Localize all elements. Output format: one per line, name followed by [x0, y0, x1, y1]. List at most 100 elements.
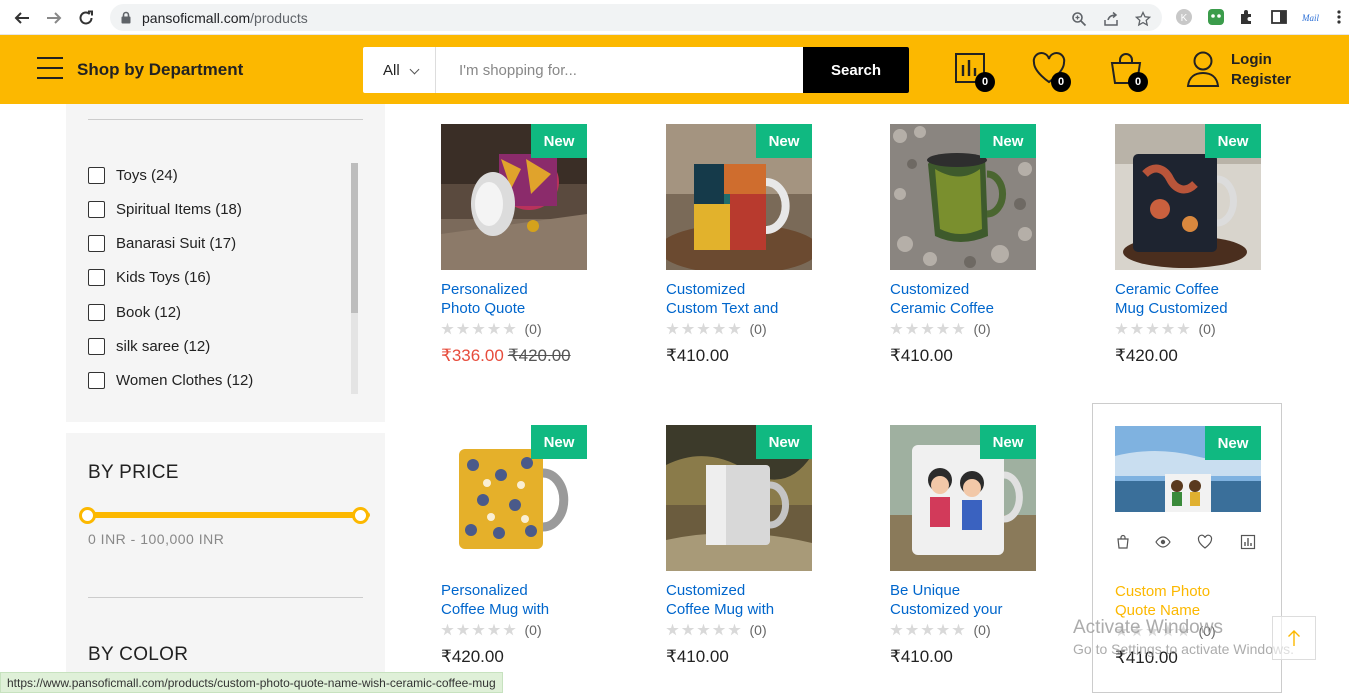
- product-title[interactable]: Personalized Photo Quote: [441, 281, 601, 318]
- star-icon: [936, 623, 950, 636]
- star-icon: [952, 623, 965, 636]
- product-rating: (0): [890, 622, 991, 638]
- new-badge: New: [756, 124, 812, 158]
- product-title[interactable]: Custom Photo Quote Name: [1115, 583, 1275, 620]
- checkbox[interactable]: [88, 200, 105, 218]
- category-filter-item[interactable]: Spiritual Items (18): [88, 199, 242, 219]
- star-icon: [890, 623, 903, 636]
- share-icon[interactable]: [1102, 10, 1120, 28]
- price-max-handle[interactable]: [352, 507, 369, 524]
- back-icon[interactable]: [11, 7, 33, 29]
- checkbox[interactable]: [88, 337, 105, 355]
- compare-icon[interactable]: 0: [953, 51, 995, 92]
- product-rating: (0): [441, 622, 542, 638]
- product-card[interactable]: New Customized Coffee Mug with (0) ₹410.0…: [666, 425, 856, 693]
- product-title[interactable]: Be Unique Customized your: [890, 582, 1050, 619]
- cart-bag-icon[interactable]: 0: [1108, 51, 1148, 92]
- star-icon: [697, 322, 710, 335]
- checkbox[interactable]: [88, 371, 105, 389]
- wishlist-heart-icon[interactable]: [1197, 534, 1213, 550]
- product-price: ₹410.00: [666, 346, 729, 365]
- category-filter-item[interactable]: Book (12): [88, 302, 181, 322]
- wishlist-heart-icon[interactable]: 0: [1031, 51, 1071, 92]
- bookmark-star-icon[interactable]: [1134, 10, 1152, 28]
- shop-by-department[interactable]: Shop by Department: [77, 60, 243, 80]
- product-title[interactable]: Customized Coffee Mug with: [666, 582, 826, 619]
- product-rating: (0): [666, 622, 767, 638]
- mail-extension-icon[interactable]: Mail: [1302, 8, 1324, 26]
- url-text: pansoficmall.com/products: [142, 10, 308, 26]
- search-input[interactable]: [437, 47, 803, 93]
- product-image[interactable]: New: [441, 124, 587, 270]
- product-card[interactable]: New Ceramic Coffee Mug Customized (0) ₹42…: [1115, 124, 1305, 414]
- product-title[interactable]: Customized Custom Text and: [666, 281, 826, 318]
- reload-icon[interactable]: [75, 7, 97, 29]
- product-image[interactable]: New: [666, 124, 812, 270]
- checkbox[interactable]: [88, 166, 105, 184]
- checkbox[interactable]: [88, 303, 105, 321]
- product-title[interactable]: Ceramic Coffee Mug Customized: [1115, 281, 1275, 318]
- user-account-icon[interactable]: [1186, 50, 1226, 90]
- product-image[interactable]: New: [666, 425, 812, 571]
- compare-chart-icon[interactable]: [1240, 534, 1256, 550]
- category-filter-item[interactable]: Banarasi Suit (17): [88, 233, 236, 253]
- product-image[interactable]: New: [1115, 124, 1261, 270]
- arrow-up-icon: [1288, 630, 1300, 646]
- star-icon: [472, 623, 485, 636]
- product-image[interactable]: New: [441, 425, 587, 571]
- category-filter-item[interactable]: Kids Toys (16): [88, 267, 211, 287]
- checkbox[interactable]: [88, 268, 105, 286]
- new-badge: New: [980, 425, 1036, 459]
- product-card[interactable]: New Be Unique Customized your (0) ₹410.00: [890, 425, 1080, 693]
- address-bar[interactable]: pansoficmall.com/products: [110, 4, 1162, 31]
- browser-menu-icon[interactable]: [1334, 8, 1344, 26]
- star-icon: [503, 322, 516, 335]
- profile-k-icon[interactable]: K: [1175, 8, 1193, 26]
- search-button[interactable]: Search: [803, 47, 909, 93]
- category-scrollbar-thumb[interactable]: [351, 163, 358, 313]
- add-to-cart-icon[interactable]: [1115, 534, 1131, 550]
- product-title[interactable]: Personalized Coffee Mug with: [441, 582, 601, 619]
- forward-icon[interactable]: [43, 7, 65, 29]
- product-card[interactable]: New Customized Custom Text and (0) ₹410.0…: [666, 124, 856, 414]
- star-icon: [712, 322, 726, 335]
- category-filter-item[interactable]: Toys (24): [88, 165, 178, 185]
- price-min-handle[interactable]: [79, 507, 96, 524]
- star-icon: [456, 623, 470, 636]
- side-panel-icon[interactable]: [1270, 8, 1288, 26]
- price-filter-panel: BY PRICE 0 INR - 100,000 INR BY COLOR: [66, 433, 385, 693]
- register-link[interactable]: Register: [1231, 70, 1291, 90]
- extensions-puzzle-icon[interactable]: [1238, 8, 1256, 26]
- checkbox[interactable]: [88, 234, 105, 252]
- search-bar: All Search: [363, 47, 909, 93]
- login-register-links: Login Register: [1231, 50, 1291, 90]
- scroll-to-top-button[interactable]: [1272, 616, 1316, 660]
- product-image[interactable]: New: [1115, 426, 1261, 512]
- star-icon: [697, 623, 710, 636]
- category-filter-item[interactable]: Women Clothes (12): [88, 370, 253, 390]
- product-price: ₹336.00 ₹420.00: [441, 346, 571, 365]
- price-range-slider[interactable]: [88, 512, 370, 518]
- new-badge: New: [756, 425, 812, 459]
- product-card[interactable]: New Personalized Coffee Mug with (0) ₹420…: [441, 425, 631, 693]
- menu-hamburger-icon[interactable]: [37, 57, 63, 79]
- product-price: ₹410.00: [890, 346, 953, 365]
- star-icon: [441, 322, 454, 335]
- login-link[interactable]: Login: [1231, 50, 1291, 70]
- product-rating: (0): [890, 321, 991, 337]
- product-card[interactable]: New Personalized Photo Quote (0) ₹336.00 ₹…: [441, 124, 631, 414]
- search-category-select[interactable]: All: [363, 47, 436, 93]
- wishlist-count-badge: 0: [1051, 72, 1071, 92]
- link-status-bar: https://www.pansoficmall.com/products/cu…: [0, 672, 503, 693]
- category-filter-item[interactable]: silk saree (12): [88, 336, 210, 356]
- star-icon: [905, 623, 919, 636]
- quick-view-eye-icon[interactable]: [1155, 534, 1171, 550]
- product-image[interactable]: New: [890, 425, 1036, 571]
- product-card[interactable]: New Customized Ceramic Coffee (0) ₹410.00: [890, 124, 1080, 414]
- product-title[interactable]: Customized Ceramic Coffee: [890, 281, 1050, 318]
- price-filter-title: BY PRICE: [88, 462, 179, 483]
- product-image[interactable]: New: [890, 124, 1036, 270]
- extension-green-icon[interactable]: [1207, 8, 1225, 26]
- zoom-icon[interactable]: [1070, 10, 1088, 28]
- new-badge: New: [980, 124, 1036, 158]
